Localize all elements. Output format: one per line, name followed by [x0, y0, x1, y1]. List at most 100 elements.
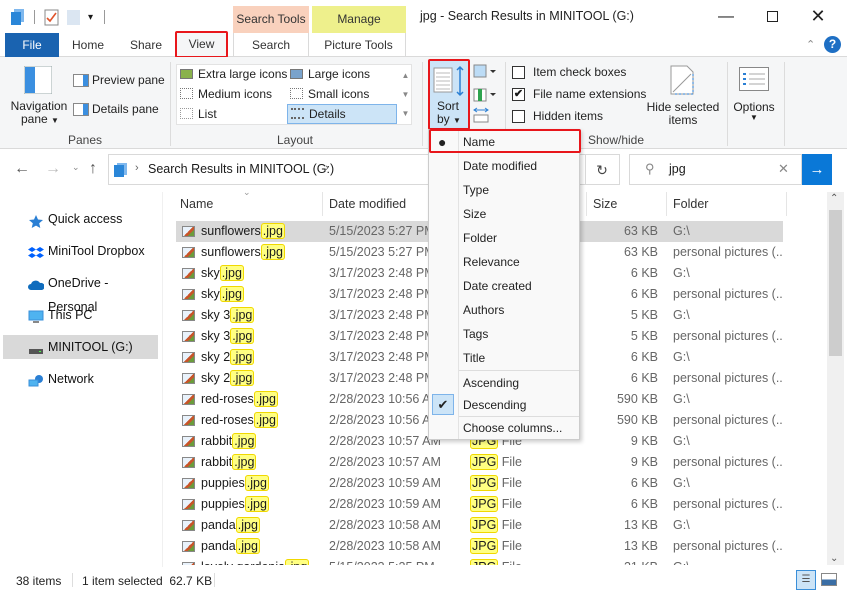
column-header-name[interactable]: Name — [180, 192, 213, 216]
scroll-up-button[interactable]: ⌃ — [830, 193, 838, 204]
hide-selected-items-label: Hide selected — [646, 100, 720, 114]
search-box[interactable]: ⚲ jpg ✕ — [629, 154, 802, 185]
file-folder: personal pictures (... — [673, 287, 783, 301]
tab-file[interactable]: File — [5, 33, 59, 57]
item-check-boxes-box[interactable] — [512, 66, 525, 79]
file-row[interactable]: lovely gardenia.jpg 5/15/2023 5:25 PM JPG … — [176, 557, 783, 565]
sidebar-item-network[interactable]: Network — [3, 367, 158, 391]
minimize-ribbon-icon[interactable]: ⌃ — [806, 38, 815, 51]
file-row[interactable]: rabbit .jpg 2/28/2023 10:57 AM JPG File 9 KB… — [176, 452, 783, 473]
navigation-pane-button[interactable]: Navigation pane ▼ — [9, 62, 67, 126]
show-hide-group-label: Show/hide — [587, 133, 645, 147]
search-input[interactable]: jpg — [669, 162, 686, 176]
layout-list[interactable]: List — [180, 107, 217, 121]
sidebar-item-onedrive-personal[interactable]: OneDrive - Personal — [3, 271, 158, 314]
file-name: sky .jpg — [201, 284, 244, 305]
tab-search[interactable]: Search — [233, 33, 309, 57]
column-header-date-modified[interactable]: Date modified — [329, 192, 406, 216]
explorer-app-icon[interactable] — [10, 8, 26, 26]
hidden-items-label: Hidden items — [533, 109, 604, 123]
column-divider[interactable] — [666, 192, 667, 216]
new-folder-icon[interactable] — [66, 8, 82, 26]
sort-order-descending[interactable]: ✔ Descending — [429, 393, 579, 417]
group-by-icon — [473, 64, 496, 78]
sidebar-item-quick-access[interactable]: Quick access — [3, 207, 158, 231]
file-row[interactable]: puppies .jpg 2/28/2023 10:59 AM JPG File 6 K… — [176, 494, 783, 515]
sort-menu-item-title[interactable]: Title — [429, 346, 579, 370]
sort-menu-item-size[interactable]: Size — [429, 202, 579, 226]
jpg-file-icon — [182, 457, 195, 468]
layout-group-label: Layout — [276, 133, 314, 147]
close-button[interactable]: ✕ — [795, 0, 841, 33]
search-match-highlight: JPG — [470, 475, 499, 491]
properties-icon[interactable] — [44, 8, 60, 26]
large-icons-view-button[interactable] — [821, 573, 837, 586]
up-button[interactable]: ↑ — [89, 160, 97, 178]
sort-order-ascending[interactable]: Ascending — [429, 371, 579, 395]
add-columns-button[interactable] — [473, 86, 497, 102]
file-row[interactable]: puppies .jpg 2/28/2023 10:59 AM JPG File 6 K… — [176, 473, 783, 494]
tab-view[interactable]: View — [175, 31, 228, 58]
clear-search-button[interactable]: ✕ — [778, 161, 789, 177]
sort-menu-item-relevance[interactable]: Relevance — [429, 250, 579, 274]
help-icon[interactable]: ? — [824, 36, 841, 53]
sort-menu-item-authors[interactable]: Authors — [429, 298, 579, 322]
breadcrumb-search-results[interactable]: Search Results in MINITOOL (G:) — [148, 162, 334, 176]
sidebar-item-this-pc[interactable]: This PC — [3, 303, 158, 327]
sort-menu-item-date-created[interactable]: Date created — [429, 274, 579, 298]
sort-menu-item-folder[interactable]: Folder — [429, 226, 579, 250]
search-go-button[interactable]: → — [802, 154, 832, 185]
sort-menu-item-tags[interactable]: Tags — [429, 322, 579, 346]
refresh-button[interactable]: ↻ — [585, 154, 620, 185]
recent-locations-button[interactable]: ⌄ — [72, 162, 80, 173]
column-divider[interactable] — [322, 192, 323, 216]
column-divider[interactable] — [586, 192, 587, 216]
hidden-items-box[interactable] — [512, 110, 525, 123]
layout-large-icons[interactable]: Large icons — [290, 67, 370, 81]
sort-menu-item-date-modified[interactable]: Date modified — [429, 154, 579, 178]
file-row[interactable]: panda .jpg 2/28/2023 10:58 AM JPG File 13 KB… — [176, 536, 783, 557]
breadcrumb-chevron[interactable]: › — [325, 162, 329, 174]
file-row[interactable]: panda .jpg 2/28/2023 10:58 AM JPG File 13 KB… — [176, 515, 783, 536]
context-tab-manage: Manage — [312, 6, 406, 33]
forward-button[interactable]: → — [45, 160, 61, 178]
jpg-file-icon — [182, 289, 195, 300]
group-separator — [170, 62, 171, 146]
tab-picture-tools[interactable]: Picture Tools — [312, 33, 406, 57]
tab-share[interactable]: Share — [124, 33, 168, 57]
back-button[interactable]: ← — [14, 160, 30, 178]
sidebar-item-minitool-g[interactable]: MINITOOL (G:) — [3, 335, 158, 359]
file-name-extensions-box[interactable]: ✔ — [512, 88, 525, 101]
tab-home[interactable]: Home — [66, 33, 110, 57]
sort-by-button[interactable]: Sort by ▼ — [428, 59, 470, 130]
column-header-size[interactable]: Size — [593, 192, 617, 216]
column-header-folder[interactable]: Folder — [673, 192, 708, 216]
options-icon — [739, 67, 769, 91]
file-size: 9 KB — [630, 455, 658, 469]
minimize-button[interactable]: — — [703, 0, 749, 33]
jpg-file-icon — [182, 394, 195, 405]
layout-gallery-scroll[interactable]: ▲ ▼ ▼ — [400, 66, 411, 124]
choose-columns-menu-item[interactable]: Choose columns... — [429, 416, 579, 440]
hide-selected-items-button[interactable]: Hide selected items — [644, 62, 722, 128]
file-size: 13 KB — [623, 518, 658, 532]
layout-details[interactable]: Details — [287, 104, 397, 124]
sort-menu-item-type[interactable]: Type — [429, 178, 579, 202]
options-button[interactable]: Options ▼ — [731, 62, 777, 128]
maximize-button[interactable] — [749, 0, 795, 33]
file-name: sky 3 .jpg — [201, 326, 255, 347]
file-name: puppies .jpg — [201, 473, 269, 494]
group-by-button[interactable] — [473, 64, 497, 80]
layout-extra-large-icons[interactable]: Extra large icons — [180, 67, 287, 81]
column-divider[interactable] — [786, 192, 787, 216]
customize-dropdown-icon[interactable]: ▾ — [88, 12, 93, 23]
scroll-down-button[interactable]: ⌄ — [830, 553, 838, 564]
details-view-button[interactable]: ☰ — [796, 570, 816, 590]
file-folder: G:\ — [673, 434, 690, 448]
sidebar-item-minitool-dropbox[interactable]: MiniTool Dropbox — [3, 239, 158, 263]
layout-medium-icons[interactable]: Medium icons — [180, 87, 272, 101]
file-name: panda .jpg — [201, 515, 260, 536]
size-all-columns-button[interactable] — [473, 107, 489, 123]
scrollbar-thumb[interactable] — [829, 210, 842, 356]
layout-small-icons[interactable]: Small icons — [290, 87, 369, 101]
